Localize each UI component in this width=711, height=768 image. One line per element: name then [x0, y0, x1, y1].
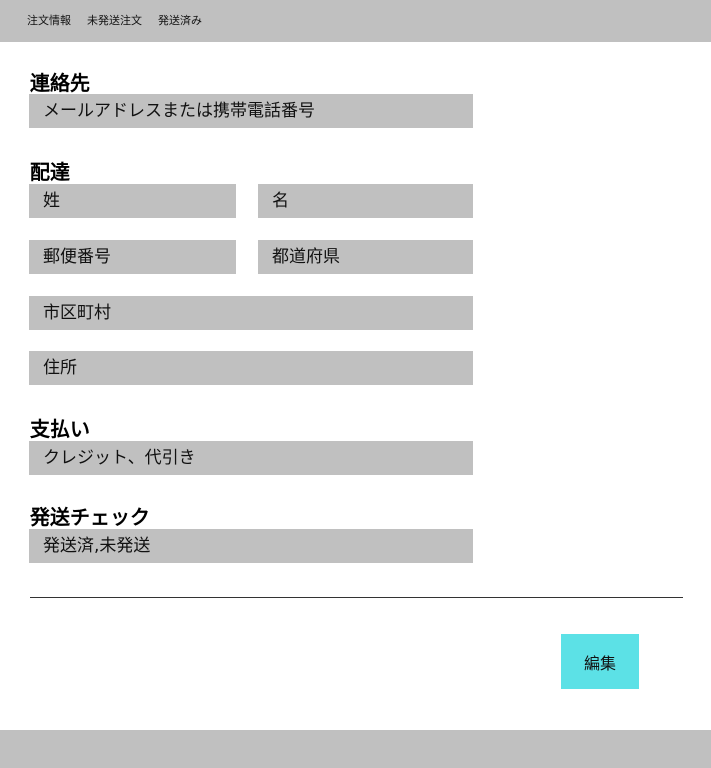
- prefecture-field[interactable]: 都道府県: [258, 240, 473, 274]
- city-field[interactable]: 市区町村: [29, 296, 473, 330]
- first-name-field[interactable]: 名: [258, 184, 473, 218]
- top-nav-bar: 注文情報 未発送注文 発送済み: [0, 0, 711, 42]
- postal-code-field[interactable]: 郵便番号: [29, 240, 236, 274]
- shipping-check-section-title: 発送チェック: [30, 505, 150, 529]
- payment-section-title: 支払い: [30, 417, 90, 441]
- contact-field[interactable]: メールアドレスまたは携帯電話番号: [29, 94, 473, 128]
- delivery-section-title: 配達: [30, 160, 70, 184]
- address-field[interactable]: 住所: [29, 351, 473, 385]
- nav-link-unshipped-orders[interactable]: 未発送注文: [87, 14, 142, 28]
- last-name-field[interactable]: 姓: [29, 184, 236, 218]
- contact-section-title: 連絡先: [30, 71, 90, 95]
- footer-bar: [0, 730, 711, 768]
- shipping-status-field[interactable]: 発送済,未発送: [29, 529, 473, 563]
- section-divider: [30, 597, 683, 598]
- payment-field[interactable]: クレジット、代引き: [29, 441, 473, 475]
- edit-button[interactable]: 編集: [561, 634, 639, 689]
- nav-link-order-info[interactable]: 注文情報: [27, 14, 71, 28]
- nav-link-shipped[interactable]: 発送済み: [158, 14, 202, 28]
